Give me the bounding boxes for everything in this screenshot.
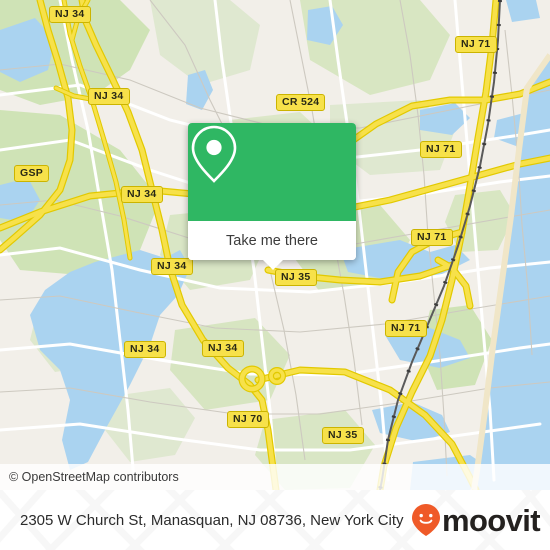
popup-tail	[262, 259, 284, 270]
moovit-logo[interactable]: moovit	[411, 502, 541, 538]
road-shield-nj-34: NJ 34	[202, 340, 244, 357]
road-shield-nj-34: NJ 34	[124, 341, 166, 358]
road-shield-nj-71: NJ 71	[411, 229, 453, 246]
road-shield-nj-70: NJ 70	[227, 411, 269, 428]
road-shield-nj-34: NJ 34	[88, 88, 130, 105]
road-shield-nj-34: NJ 34	[49, 6, 91, 23]
map-canvas[interactable]: NJ 34 NJ 34 GSP NJ 34 NJ 34 NJ 34 NJ 34 NJ 70 CR…	[0, 0, 550, 490]
road-shield-nj-71: NJ 71	[455, 36, 497, 53]
road-shield-nj-35: NJ 35	[275, 269, 317, 286]
take-me-there-button[interactable]: Take me there	[188, 221, 356, 260]
footer-bar: 2305 W Church St, Manasquan, NJ 08736, N…	[0, 490, 550, 550]
road-shield-nj-35: NJ 35	[322, 427, 364, 444]
road-shield-nj-71: NJ 71	[385, 320, 427, 337]
moovit-map-screenshot: NJ 34 NJ 34 GSP NJ 34 NJ 34 NJ 34 NJ 34 NJ 70 CR…	[0, 0, 550, 550]
road-shield-nj-34: NJ 34	[151, 258, 193, 275]
moovit-smiley-pin-icon	[411, 504, 440, 536]
map-attribution-bar: © OpenStreetMap contributors	[0, 464, 550, 490]
attribution-text[interactable]: © OpenStreetMap contributors	[0, 470, 179, 484]
moovit-wordmark: moovit	[441, 502, 541, 538]
road-shield-gsp: GSP	[14, 165, 50, 182]
address-label: 2305 W Church St, Manasquan, NJ 08736, N…	[20, 511, 404, 529]
road-shield-nj-34: NJ 34	[121, 186, 163, 203]
map-pin-icon	[191, 125, 237, 183]
road-shield-nj-71: NJ 71	[420, 141, 462, 158]
location-popup-card[interactable]: Take me there	[188, 123, 356, 270]
popup-pin-panel	[188, 123, 356, 221]
road-shield-cr-524: CR 524	[276, 94, 326, 111]
